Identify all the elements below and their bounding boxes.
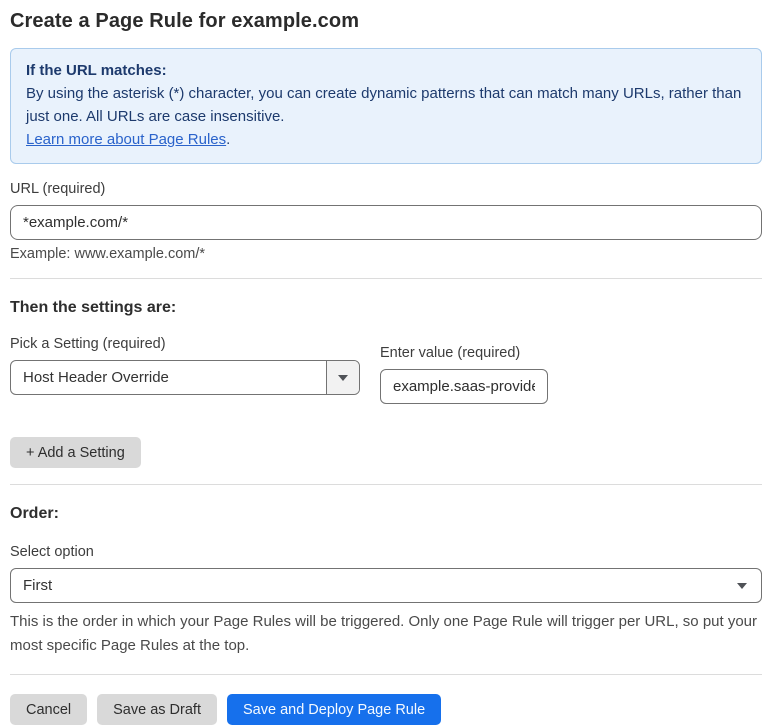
enter-value-label: Enter value (required) [380,345,521,361]
settings-row: Pick a Setting (required) Host Header Ov… [10,336,762,404]
order-description: This is the order in which your Page Rul… [10,613,758,654]
order-select-label: Select option [10,544,94,560]
add-setting-button[interactable]: + Add a Setting [10,437,141,468]
setting-select-arrow-button[interactable] [326,361,359,394]
setting-select[interactable]: Host Header Override [10,360,360,395]
setting-select-value: Host Header Override [23,369,169,386]
pick-setting-column: Pick a Setting (required) Host Header Ov… [10,336,360,404]
url-label: URL (required) [10,181,106,197]
order-select[interactable]: First [10,568,762,603]
cancel-button[interactable]: Cancel [10,694,88,725]
save-as-draft-button[interactable]: Save as Draft [97,694,217,725]
divider [10,484,762,485]
chevron-down-icon [338,374,348,381]
setting-value-input[interactable] [380,369,548,404]
save-and-deploy-button[interactable]: Save and Deploy Page Rule [226,694,442,725]
info-box-heading: If the URL matches: [26,62,167,79]
settings-section-heading: Then the settings are: [10,299,177,316]
info-box-body: By using the asterisk (*) character, you… [26,85,742,125]
info-box-link-line: Learn more about Page Rules. [26,128,746,151]
url-match-info-box: If the URL matches: By using the asteris… [10,48,762,164]
chevron-down-icon [737,583,747,589]
order-section-heading: Order: [10,505,59,522]
divider [10,278,762,279]
url-input[interactable] [10,205,762,240]
enter-value-column: Enter value (required) [380,345,548,404]
link-suffix: . [226,131,231,148]
learn-more-link[interactable]: Learn more about Page Rules [26,131,226,148]
footer-actions: Cancel Save as Draft Save and Deploy Pag… [10,694,762,725]
pick-setting-label: Pick a Setting (required) [10,336,166,352]
divider [10,674,762,675]
url-example-hint: Example: www.example.com/* [10,246,206,262]
url-field: URL (required) Example: www.example.com/… [10,181,762,262]
page-title: Create a Page Rule for example.com [10,10,360,32]
order-select-value: First [23,577,53,594]
